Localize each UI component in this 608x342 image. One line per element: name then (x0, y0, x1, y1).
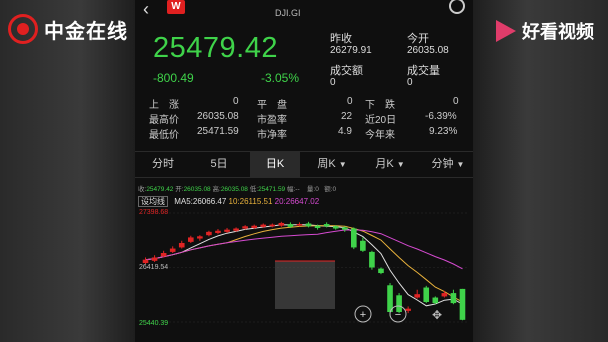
crosshair-box (275, 261, 335, 309)
candle-body (142, 259, 149, 264)
candle-body (341, 227, 348, 230)
candle-body (378, 268, 384, 274)
axis-label-bottom: 25440.39 (139, 320, 169, 327)
candle-body (178, 242, 185, 248)
candle-body (305, 223, 312, 227)
background-left (0, 0, 135, 342)
candle-body (350, 228, 357, 248)
axis-label-top: 27398.68 (139, 209, 169, 216)
candle-body (296, 224, 303, 226)
candle-body (242, 226, 248, 229)
candle-body (206, 231, 212, 236)
candle-body (251, 225, 258, 228)
watermark-left: 中金在线 (8, 14, 128, 44)
candle-body (314, 225, 321, 228)
cnfol-logo-icon (8, 14, 38, 44)
candle-body (197, 236, 203, 239)
haokan-logo-icon (496, 20, 516, 42)
candle-body (369, 251, 375, 268)
candle-body (224, 229, 230, 232)
candle-body (332, 226, 339, 229)
watermark-left-text: 中金在线 (44, 20, 128, 43)
candle-body (360, 240, 366, 251)
zoom-out-button-label: − (395, 309, 401, 321)
candle-body (414, 294, 421, 298)
candle-body (278, 222, 285, 226)
candle-body (323, 224, 330, 227)
candle-body (459, 288, 466, 320)
watermark-right: 好看视频 (496, 18, 594, 44)
candle-body (215, 230, 221, 233)
background-right (473, 0, 608, 342)
candle-body (432, 297, 439, 304)
move-icon[interactable]: ✥ (432, 308, 442, 322)
candle-body (187, 237, 194, 242)
candle-body (260, 224, 267, 227)
candle-body (423, 287, 430, 302)
candle-body (287, 224, 294, 227)
candle-body (233, 228, 239, 231)
watermark-right-text: 好看视频 (522, 22, 594, 42)
kline-chart[interactable]: + − ✥ (135, 0, 473, 342)
zoom-in-button-label: + (360, 309, 366, 321)
candle-body (405, 308, 411, 311)
candle-body (151, 257, 158, 261)
candle-body (450, 293, 457, 304)
axis-label-mid: 26419.54 (139, 264, 169, 271)
candle-body (441, 293, 448, 297)
candle-body (169, 248, 176, 252)
candle-body (160, 253, 167, 257)
phone-screen: ‹ W DJI.GI 25479.42 -800.49 -3.05% 昨收 26… (135, 0, 473, 342)
candle-body (269, 224, 276, 227)
